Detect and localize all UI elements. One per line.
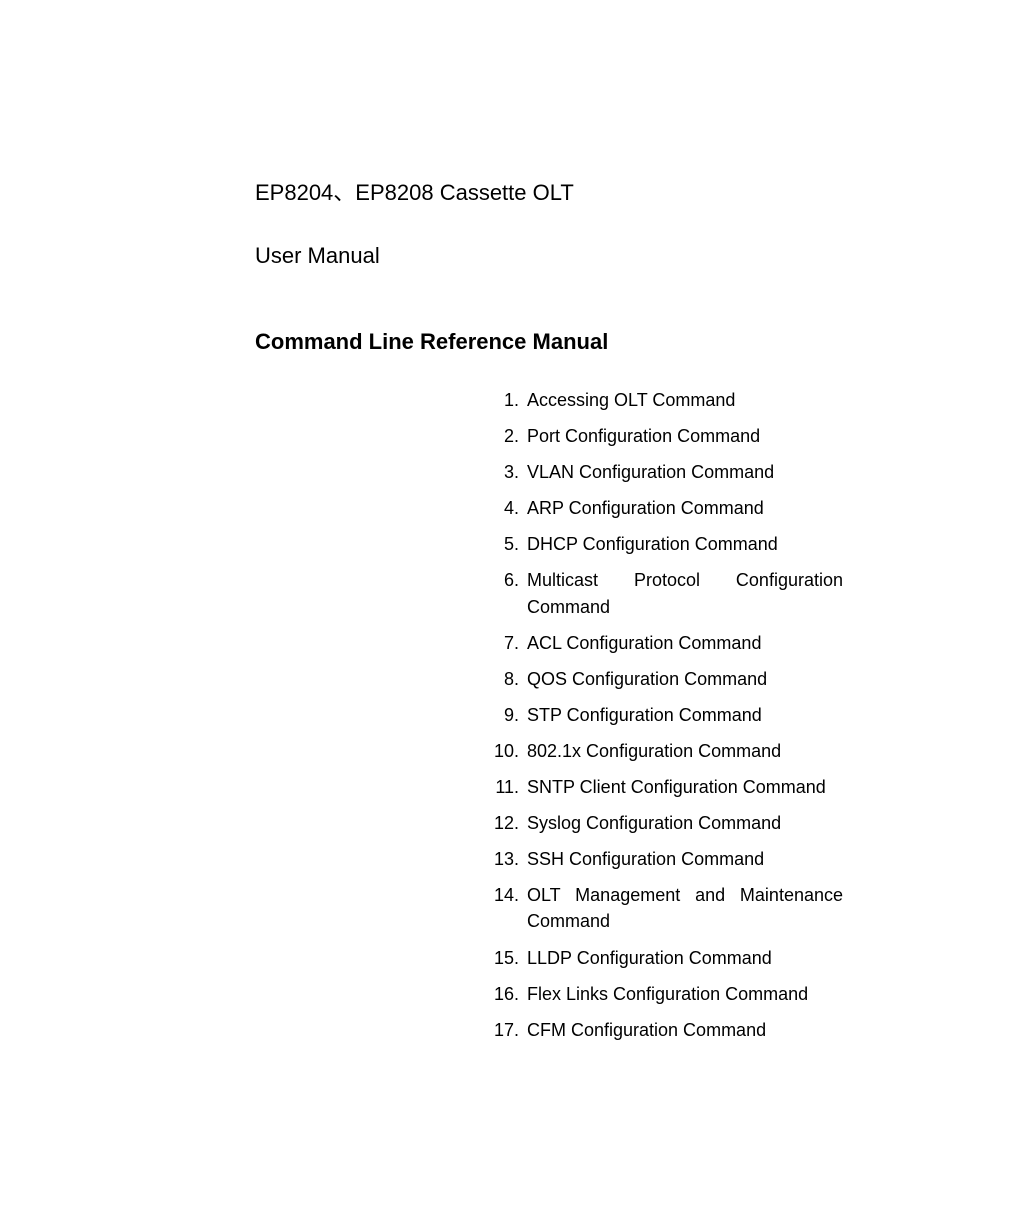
toc-text: QOS Configuration Command xyxy=(527,666,767,692)
toc-item: 9. STP Configuration Command xyxy=(493,702,843,728)
toc-text: VLAN Configuration Command xyxy=(527,459,774,485)
toc-text: Syslog Configuration Command xyxy=(527,810,781,836)
toc-number: 9. xyxy=(493,702,527,728)
toc-text: CFM Configuration Command xyxy=(527,1017,766,1043)
toc-text: SNTP Client Configuration Command xyxy=(527,774,826,800)
section-heading: Command Line Reference Manual xyxy=(255,329,850,355)
toc-item: 14. OLT Management and Maintenance Comma… xyxy=(493,882,843,934)
toc-text: Multicast Protocol Configuration Command xyxy=(527,567,843,619)
toc-number: 4. xyxy=(493,495,527,521)
toc-text: SSH Configuration Command xyxy=(527,846,764,872)
toc-number: 12. xyxy=(493,810,527,836)
toc-item: 12. Syslog Configuration Command xyxy=(493,810,843,836)
toc-number: 6. xyxy=(493,567,527,619)
toc-item: 8. QOS Configuration Command xyxy=(493,666,843,692)
toc-number: 13. xyxy=(493,846,527,872)
toc-item: 1. Accessing OLT Command xyxy=(493,387,843,413)
toc-text: ACL Configuration Command xyxy=(527,630,761,656)
toc-number: 15. xyxy=(493,945,527,971)
toc-item: 2. Port Configuration Command xyxy=(493,423,843,449)
toc-item: 7. ACL Configuration Command xyxy=(493,630,843,656)
toc-number: 11. xyxy=(493,774,527,800)
toc-number: 10. xyxy=(493,738,527,764)
toc-item: 13. SSH Configuration Command xyxy=(493,846,843,872)
toc-item: 5. DHCP Configuration Command xyxy=(493,531,843,557)
toc-item: 4. ARP Configuration Command xyxy=(493,495,843,521)
toc-text: DHCP Configuration Command xyxy=(527,531,778,557)
toc-number: 8. xyxy=(493,666,527,692)
toc-item: 11. SNTP Client Configuration Command xyxy=(493,774,843,800)
toc-item: 3. VLAN Configuration Command xyxy=(493,459,843,485)
toc-item: 15. LLDP Configuration Command xyxy=(493,945,843,971)
toc-number: 2. xyxy=(493,423,527,449)
toc-number: 3. xyxy=(493,459,527,485)
toc-text: OLT Management and Maintenance Command xyxy=(527,882,843,934)
toc-item: 6. Multicast Protocol Configuration Comm… xyxy=(493,567,843,619)
toc-number: 14. xyxy=(493,882,527,934)
toc-text: Flex Links Configuration Command xyxy=(527,981,808,1007)
toc-text: Accessing OLT Command xyxy=(527,387,735,413)
toc-text: 802.1x Configuration Command xyxy=(527,738,781,764)
toc-item: 16. Flex Links Configuration Command xyxy=(493,981,843,1007)
toc-number: 17. xyxy=(493,1017,527,1043)
toc-item: 17. CFM Configuration Command xyxy=(493,1017,843,1043)
table-of-contents: 1. Accessing OLT Command 2. Port Configu… xyxy=(493,387,843,1043)
toc-text: ARP Configuration Command xyxy=(527,495,764,521)
document-title-line-1: EP8204、EP8208 Cassette OLT xyxy=(255,175,850,207)
toc-number: 1. xyxy=(493,387,527,413)
toc-number: 16. xyxy=(493,981,527,1007)
toc-number: 5. xyxy=(493,531,527,557)
document-title-line-2: User Manual xyxy=(255,243,850,269)
toc-text: STP Configuration Command xyxy=(527,702,762,728)
toc-text: LLDP Configuration Command xyxy=(527,945,772,971)
toc-number: 7. xyxy=(493,630,527,656)
toc-text: Port Configuration Command xyxy=(527,423,760,449)
toc-item: 10. 802.1x Configuration Command xyxy=(493,738,843,764)
